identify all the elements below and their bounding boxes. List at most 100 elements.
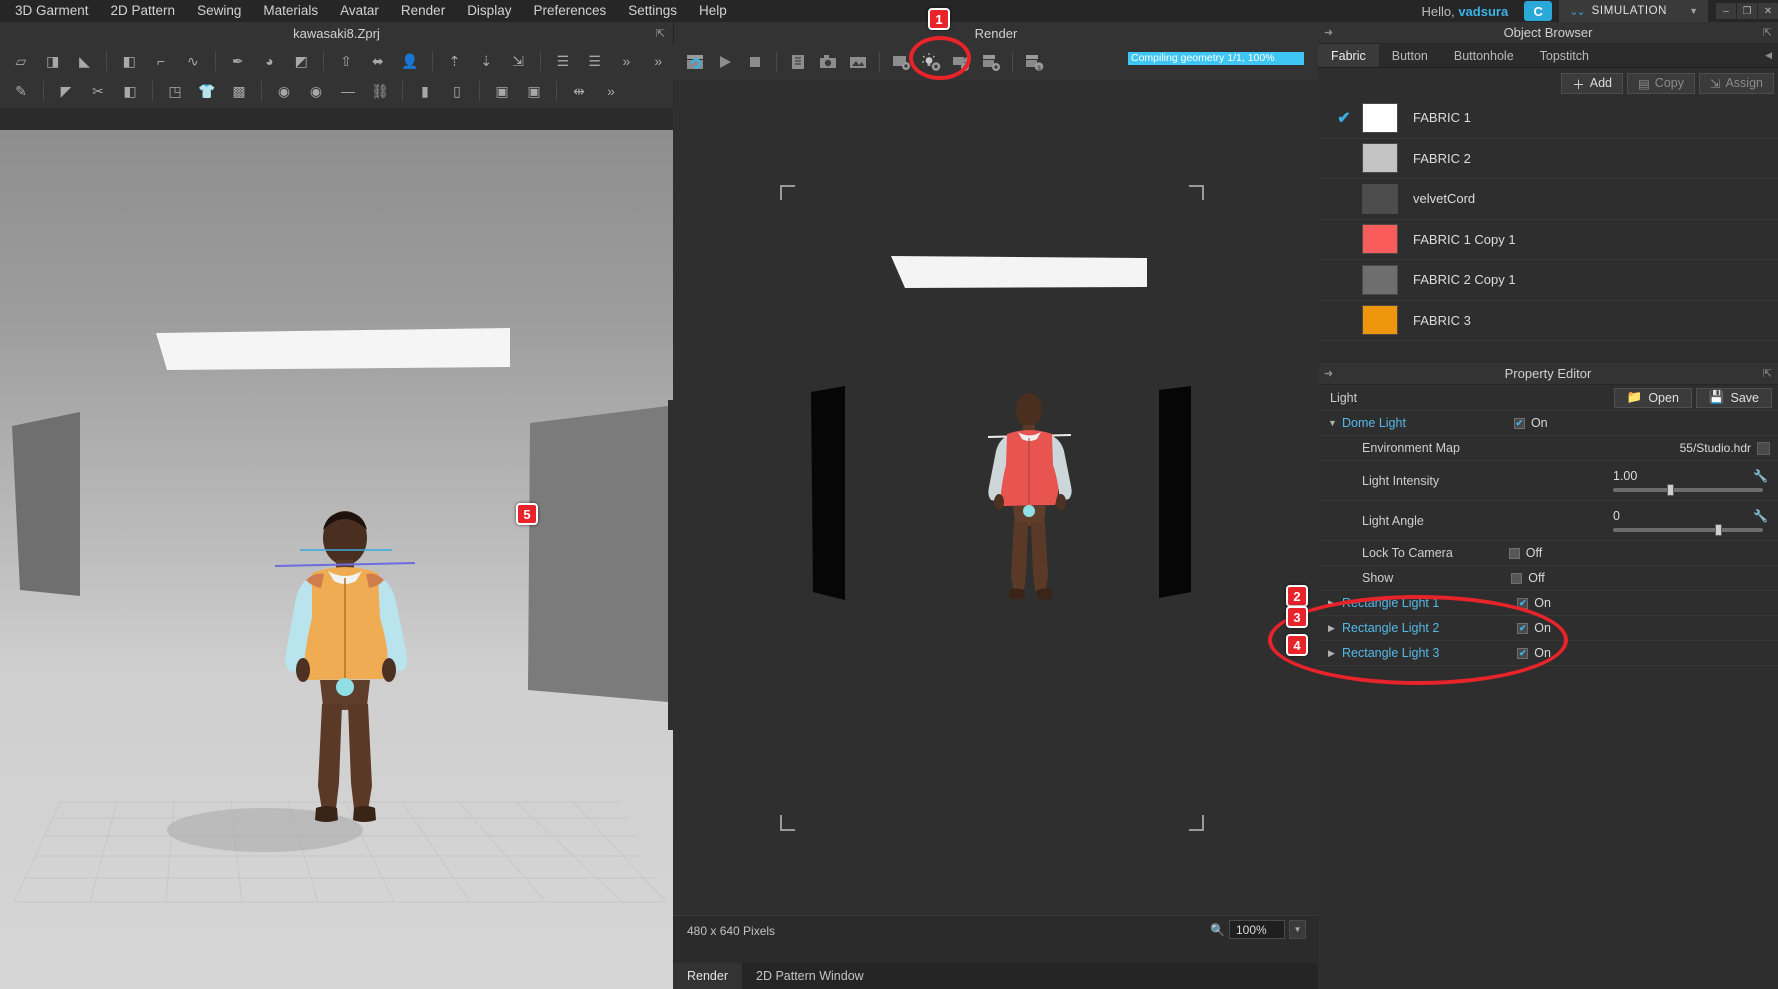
select-mesh-icon[interactable]: ▱ [6,48,36,74]
tape-measure-icon[interactable]: ◕ [255,48,285,74]
light-intensity-slider[interactable] [1613,484,1763,496]
gradient-icon[interactable]: ▣ [487,78,517,104]
fabric-swatch[interactable] [1362,102,1398,133]
scissors-icon[interactable]: ✂ [83,78,113,104]
show-row[interactable]: Show Off [1318,566,1778,591]
render-properties-icon[interactable] [887,49,915,75]
close-button[interactable]: ✕ [1758,3,1778,19]
light-angle-slider[interactable] [1613,524,1763,536]
checkbox-icon[interactable]: ✔ [1513,417,1525,429]
render-list-icon[interactable] [784,49,812,75]
pattern-flatten-icon[interactable]: ◩ [286,48,316,74]
garment-down-icon[interactable]: ⇣ [471,48,501,74]
open-light-preset-button[interactable]: 📁 Open [1613,387,1692,408]
menu-item-avatar[interactable]: Avatar [329,0,390,22]
expand-icon[interactable]: ⇱ [656,27,665,40]
gradient-2-icon[interactable]: ▣ [519,78,549,104]
copy-button[interactable]: ▤ Copy [1626,72,1695,94]
toolbar-overflow-2-icon[interactable]: » [643,48,673,74]
chevron-down-icon[interactable]: ▼ [1689,6,1698,16]
fold-arrange-icon[interactable]: ◣ [70,48,100,74]
light-intensity-value[interactable]: 1.00 [1613,469,1637,483]
menu-item-materials[interactable]: Materials [252,0,329,22]
transform-mesh-icon[interactable]: ◨ [38,48,68,74]
garment-open-icon[interactable]: ⇧ [331,48,361,74]
drape-icon[interactable]: ◤ [51,78,81,104]
tab-fabric[interactable]: Fabric [1318,44,1379,67]
buttonhole-icon[interactable]: — [333,78,363,104]
triangle-down-icon[interactable]: ▼ [1328,418,1342,428]
fabric-row[interactable]: velvetCord [1318,179,1778,220]
play-render-icon[interactable] [711,49,739,75]
fabric-swatch[interactable] [1362,183,1398,214]
dome-light-toggle[interactable]: ✔ On [1406,416,1556,430]
tab-2d-pattern-window[interactable]: 2D Pattern Window [742,963,878,989]
menu-item-help[interactable]: Help [688,0,738,22]
render-canvas[interactable] [673,80,1318,937]
light-properties-icon[interactable] [917,49,945,75]
fabric-brush-icon[interactable]: ◳ [160,78,190,104]
tab-buttonhole[interactable]: Buttonhole [1441,44,1527,67]
pin-icon[interactable]: ➜ [1324,26,1333,39]
3d-viewport[interactable] [0,130,673,989]
zoom-input[interactable]: 100% [1229,920,1285,939]
pen-tool-icon[interactable]: ✎ [6,78,36,104]
curve-pin-icon[interactable]: ∿ [178,48,208,74]
render-cost-icon[interactable]: $ [1020,49,1048,75]
light-angle-value[interactable]: 0 [1613,509,1620,523]
menu-item-3d-garment[interactable]: 3D Garment [4,0,100,22]
rectangle-light-2-row[interactable]: ▶ Rectangle Light 2 ✔ On [1318,616,1778,641]
tab-render[interactable]: Render [673,963,742,989]
triangle-right-icon[interactable]: ▶ [1328,623,1342,634]
stop-render-icon[interactable] [741,49,769,75]
tabs-scroll-left-icon[interactable]: ◀ [1759,44,1778,67]
menu-item-display[interactable]: Display [456,0,522,22]
show-toggle[interactable]: Off [1393,571,1552,585]
environment-map-value[interactable]: 55/Studio.hdr [1680,441,1751,455]
tab-topstitch[interactable]: Topstitch [1527,44,1602,67]
seam-line-icon[interactable]: ⌐ [146,48,176,74]
checkbox-icon[interactable]: ✔ [1517,597,1529,609]
light-intensity-control[interactable]: 1.00 🔧 [1613,469,1778,496]
pin-icon[interactable]: ➜ [1324,367,1333,380]
stack-layer-2-icon[interactable]: ☰ [580,48,610,74]
dome-light-row[interactable]: ▼ Dome Light ✔ On [1318,411,1778,436]
clo-logo-icon[interactable]: C [1524,1,1553,21]
toolbar-overflow-3-icon[interactable]: » [596,78,626,104]
rectangle-light-1-row[interactable]: ▶ Rectangle Light 1 ✔ On [1318,591,1778,616]
minimize-button[interactable]: – [1716,3,1736,19]
fabric-swatch[interactable] [1362,264,1398,295]
zoom-dropdown-arrow-icon[interactable]: ▼ [1289,920,1306,939]
fabric-roll-icon[interactable]: ▯ [442,78,472,104]
wrench-icon[interactable]: 🔧 [1753,469,1768,483]
camera-snapshot-icon[interactable] [814,49,842,75]
fabric-row[interactable]: FABRIC 3 [1318,301,1778,341]
fabric-row[interactable]: FABRIC 2 Copy 1 [1318,260,1778,301]
tack-icon[interactable]: ✒ [223,48,253,74]
menu-item-preferences[interactable]: Preferences [522,0,617,22]
fabric-swatch[interactable] [1362,305,1398,336]
image-open-icon[interactable] [844,49,872,75]
mode-selector-simulation[interactable]: ⌄⌄ SIMULATION ▼ [1558,0,1708,22]
pattern-shirt-icon[interactable]: ▩ [224,78,254,104]
fabric-row[interactable]: FABRIC 2 [1318,139,1778,179]
environment-map-row[interactable]: Environment Map 55/Studio.hdr [1318,436,1778,461]
expand-icon[interactable]: ⇱ [1763,367,1772,380]
rectangle-light-2-toggle[interactable]: ✔ On [1439,621,1559,635]
fabric-row[interactable]: FABRIC 1 Copy 1 [1318,220,1778,260]
fabric-row[interactable]: ✔ FABRIC 1 [1318,98,1778,139]
sync-render-icon[interactable] [681,49,709,75]
rectangle-light-1-toggle[interactable]: ✔ On [1439,596,1559,610]
triangle-right-icon[interactable]: ▶ [1328,648,1342,659]
button-place-icon[interactable]: ◉ [301,78,331,104]
checkbox-icon[interactable] [1508,547,1520,559]
light-angle-control[interactable]: 0 🔧 [1613,509,1778,536]
measure-tape-icon[interactable]: ⇹ [564,78,594,104]
expand-icon[interactable]: ⇱ [1763,26,1772,39]
garment-split-icon[interactable]: ⬌ [363,48,393,74]
flatten-icon[interactable]: ◧ [115,78,145,104]
fabric-swatch[interactable] [1362,224,1398,255]
texture-shirt-icon[interactable]: 👕 [192,78,222,104]
stack-layer-icon[interactable]: ☰ [548,48,578,74]
checkbox-icon[interactable]: ✔ [1517,647,1529,659]
